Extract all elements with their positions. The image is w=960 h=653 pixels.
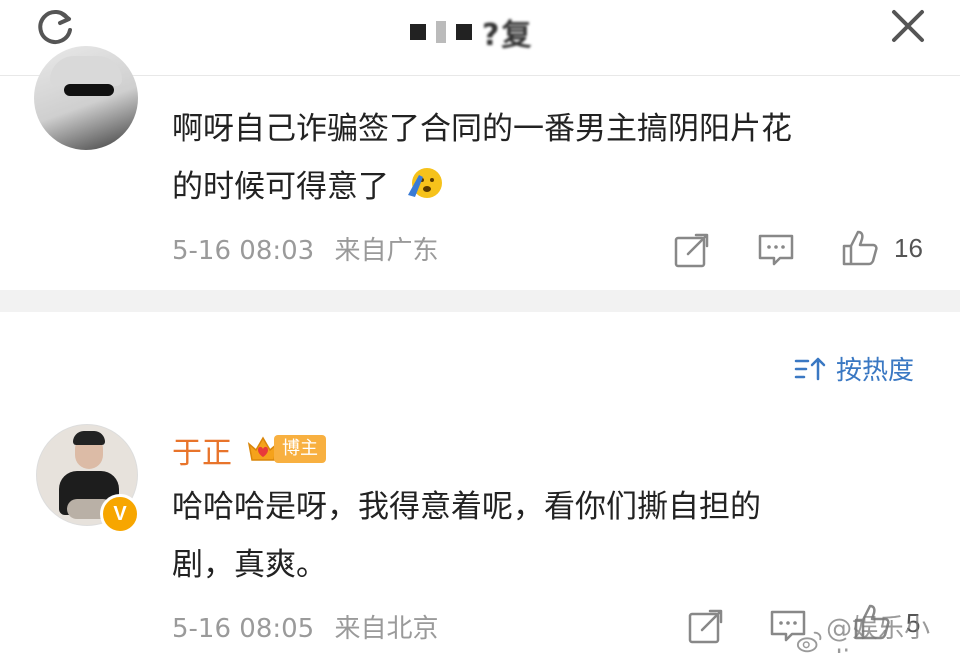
section-separator [0, 290, 960, 312]
avatar-hair [73, 431, 105, 445]
comment-meta: 5-16 08:03 来自广东 [172, 230, 438, 267]
redaction-block [456, 24, 472, 40]
comment-time: 5-16 08:05 [172, 614, 315, 644]
salute-face-emoji-icon [407, 168, 442, 198]
redaction-block [410, 24, 426, 40]
comment-icon[interactable] [756, 230, 796, 270]
comment-time: 5-16 08:03 [172, 236, 315, 266]
comment-source: 来自广东 [334, 236, 439, 266]
redaction-block [436, 21, 446, 43]
page-title: ?复 [410, 12, 534, 53]
top-bar: ?复 [0, 0, 960, 76]
sort-by-hot-button[interactable]: 按热度 [794, 350, 914, 387]
comment-text: 啊呀自己诈骗签了合同的一番男主搞阴阳片花 的时候可得意了 [172, 100, 912, 216]
watermark-text: @娱乐小dio [826, 614, 931, 653]
sort-icon [794, 357, 826, 380]
avatar-glasses [64, 84, 114, 96]
verified-badge: V [100, 494, 140, 534]
page-title-text: ?复 [482, 18, 534, 53]
comment-line: 哈哈哈是呀，我得意着呢，看你们撕自担的 [172, 489, 761, 525]
author-name[interactable]: 于正 [172, 428, 232, 472]
watermark: @娱乐小dio [796, 608, 960, 653]
like-icon[interactable] [840, 228, 880, 268]
comment-source: 来自北京 [334, 614, 439, 644]
weibo-logo-icon [796, 631, 822, 652]
comment-line: 剧，真爽。 [172, 547, 327, 583]
comment-meta: 5-16 08:05 来自北京 [172, 608, 438, 645]
comment-line: 的时候可得意了 [172, 158, 912, 216]
close-icon[interactable] [886, 4, 930, 48]
blogger-label: 博主 [274, 435, 326, 463]
like-count: 16 [894, 233, 923, 263]
blogger-badge: 博主 [246, 432, 326, 466]
avatar-hair [50, 56, 122, 86]
comment-text: 哈哈哈是呀，我得意着呢，看你们撕自担的 剧，真爽。 [172, 478, 892, 594]
share-icon[interactable] [686, 606, 726, 646]
share-icon[interactable] [672, 230, 712, 270]
refresh-icon[interactable] [32, 4, 78, 50]
avatar[interactable] [34, 46, 138, 150]
sort-label: 按热度 [836, 356, 915, 386]
comment-line: 啊呀自己诈骗签了合同的一番男主搞阴阳片花 [172, 111, 792, 147]
comment-line-text: 的时候可得意了 [172, 169, 389, 205]
